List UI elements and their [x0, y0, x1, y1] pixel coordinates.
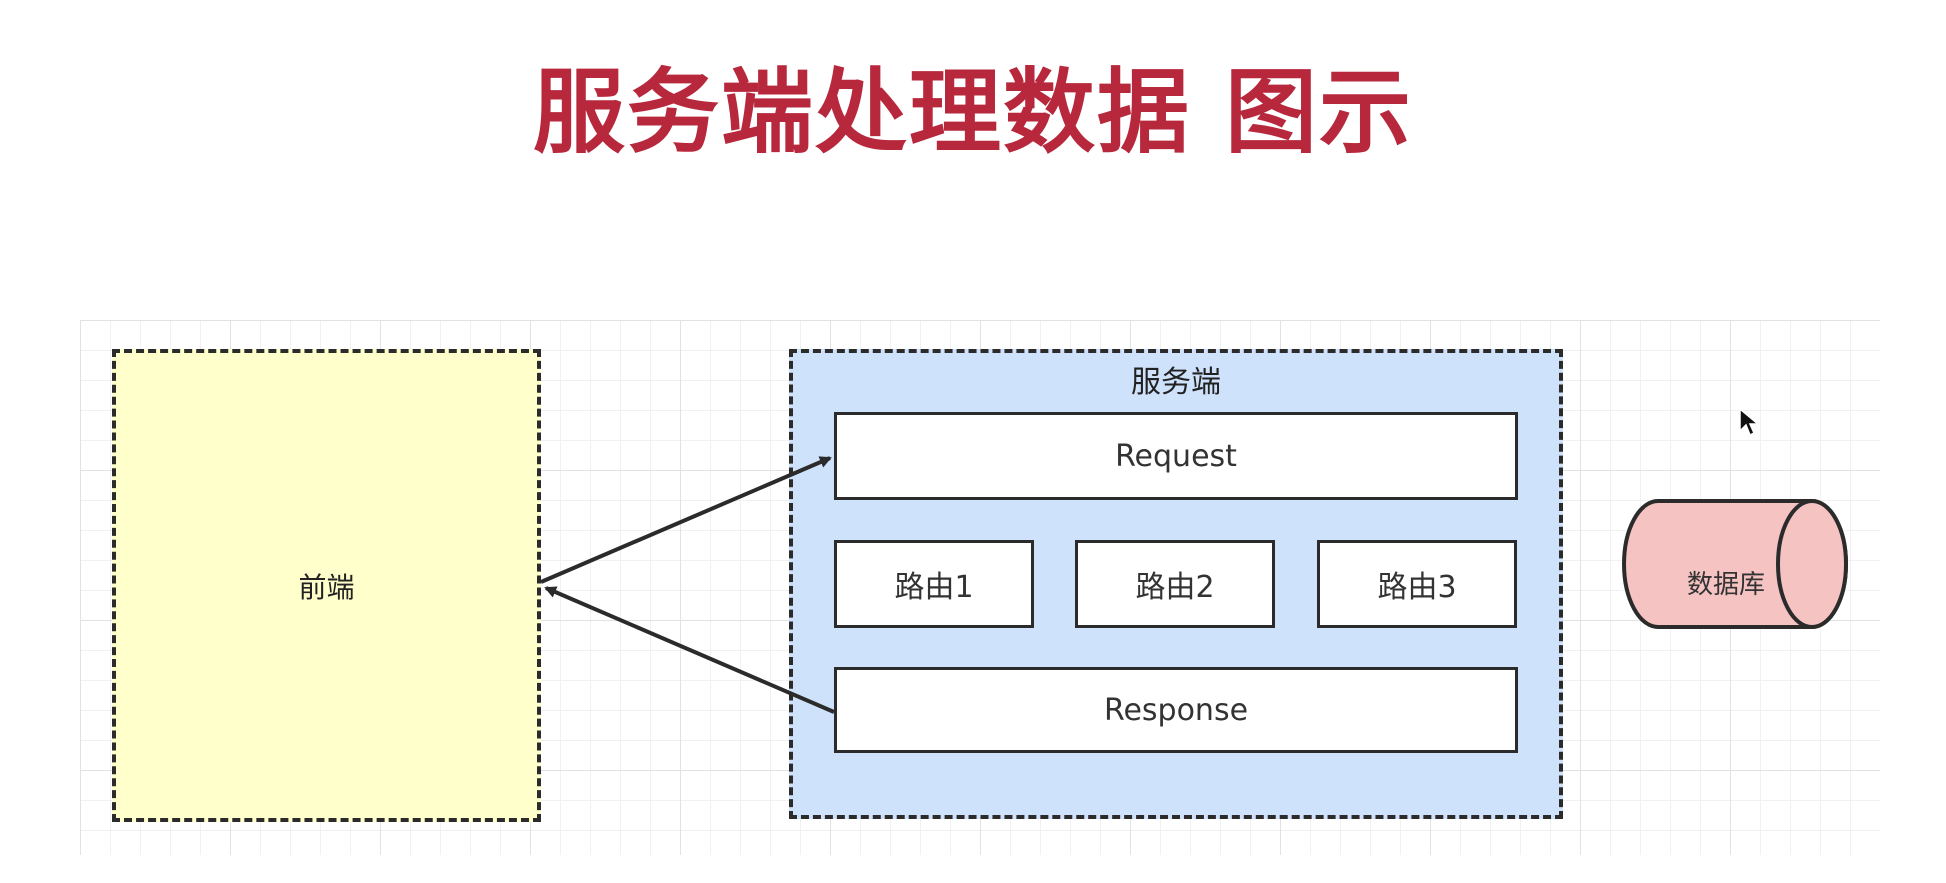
- route-box-2[interactable]: 路由2: [1075, 540, 1275, 628]
- page-title: 服务端处理数据 图示: [532, 59, 1414, 166]
- database-label: 数据库: [1686, 570, 1765, 600]
- request-box[interactable]: Request: [834, 412, 1518, 500]
- route-box-1[interactable]: 路由1: [834, 540, 1034, 628]
- frontend-label: 前端: [298, 570, 355, 604]
- request-label: Request: [1115, 438, 1237, 474]
- route-label-2: 路由2: [1135, 570, 1215, 605]
- server-label: 服务端: [1131, 365, 1221, 400]
- route-box-3[interactable]: 路由3: [1317, 540, 1517, 628]
- route-label-3: 路由3: [1377, 570, 1457, 605]
- response-label: Response: [1103, 692, 1249, 728]
- response-box[interactable]: Response: [834, 667, 1518, 753]
- route-label-1: 路由1: [894, 570, 974, 605]
- mouse-pointer-icon: [1739, 407, 1760, 437]
- page: 服务端处理数据 图示 前端 服务端 Request 路由1 路由2 路由3 Re…: [0, 0, 1946, 883]
- frontend-box[interactable]: 前端: [112, 349, 541, 822]
